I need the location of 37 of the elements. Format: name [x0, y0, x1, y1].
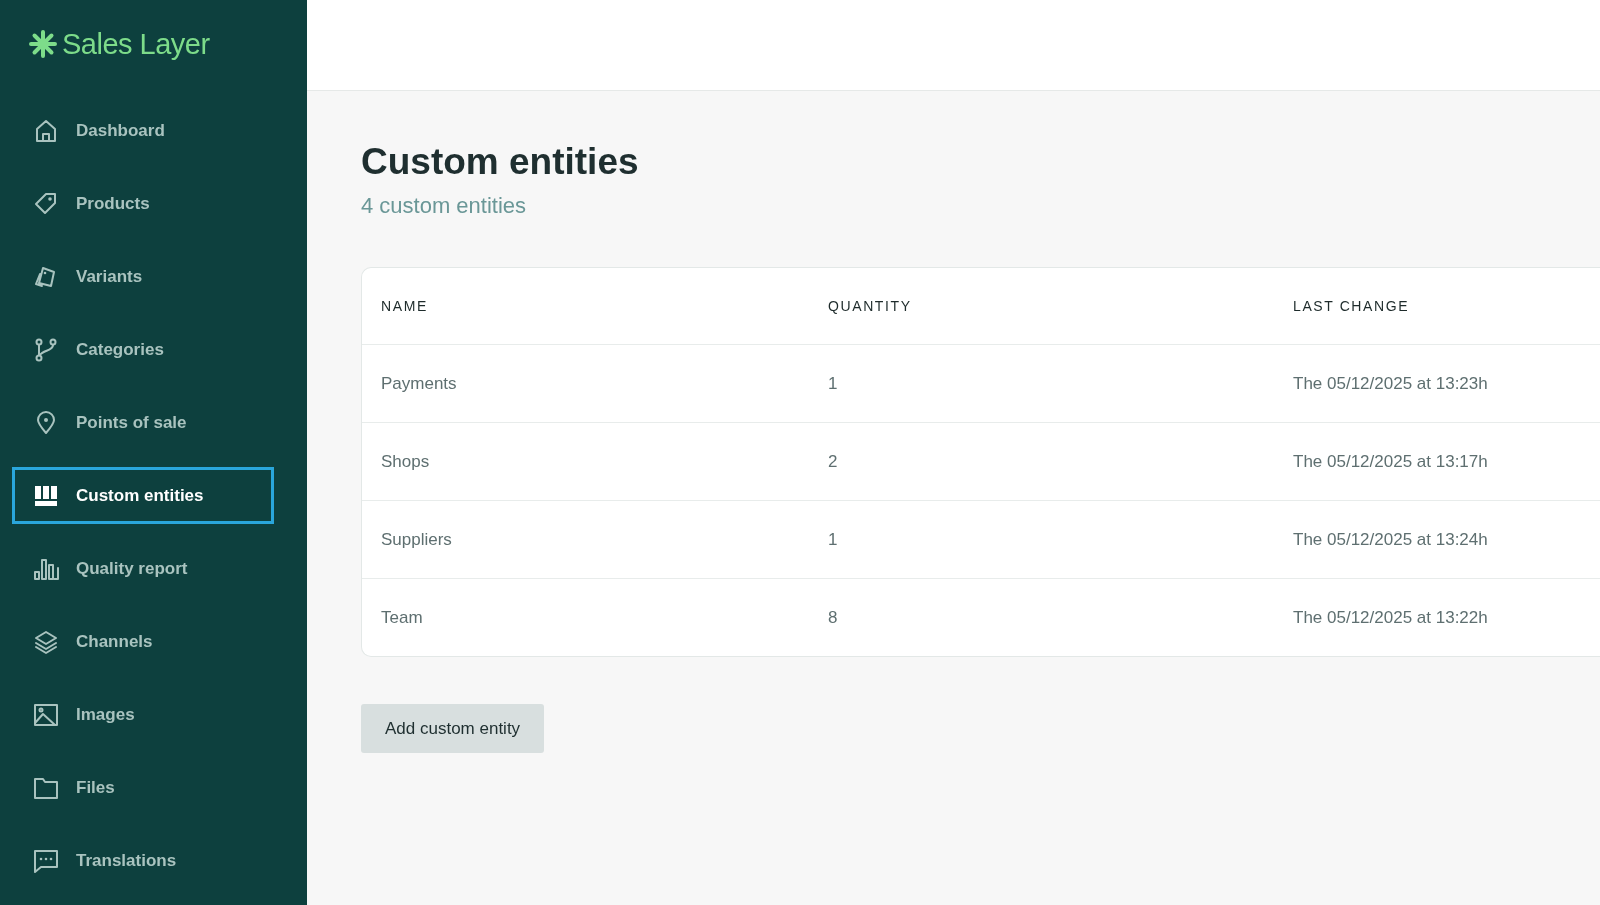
- asterisk-logo-icon: [28, 29, 58, 59]
- table-cell-text: Suppliers: [381, 529, 453, 550]
- branch-icon: [33, 336, 59, 363]
- table-cell-text: Team: [381, 607, 424, 628]
- sidebar-nav-item[interactable]: Variants: [12, 248, 274, 305]
- table-cell-text: 1: [828, 529, 839, 550]
- sidebar-nav-item[interactable]: Translations: [12, 832, 274, 889]
- sidebar-nav-item[interactable]: Channels: [12, 613, 274, 670]
- page-title: Custom entities: [361, 140, 640, 184]
- table-cell-text: The 05/12/2025 at 13:22h: [1293, 607, 1489, 628]
- tag-icon: [33, 190, 59, 217]
- table-cell-text: The 05/12/2025 at 13:24h: [1293, 529, 1489, 550]
- sidebar-nav-item[interactable]: Points of sale: [12, 394, 274, 451]
- table-cell-text: 2: [828, 451, 839, 472]
- table-cell-text: Payments: [381, 373, 458, 394]
- sidebar-nav-item[interactable]: Files: [12, 759, 274, 816]
- sidebar-nav-item[interactable]: Images: [12, 686, 274, 743]
- sidebar-nav-item[interactable]: Categories: [12, 321, 274, 378]
- chat-icon: [33, 847, 59, 874]
- table-cell-text: The 05/12/2025 at 13:17h: [1293, 451, 1489, 472]
- table-cell-text: The 05/12/2025 at 13:23h: [1293, 373, 1489, 394]
- brand-logo-text: Sales Layer: [62, 27, 210, 61]
- add-entity-button[interactable]: Add custom entity: [361, 704, 545, 753]
- column-header: LAST CHANGE: [1293, 298, 1411, 314]
- layers-icon: [33, 628, 59, 655]
- home-icon: [33, 117, 59, 144]
- sidebar-nav-item[interactable]: Custom entities: [12, 467, 274, 524]
- table-cell-text: Shops: [381, 451, 431, 472]
- column-header: NAME: [381, 298, 429, 314]
- sidebar-nav-item[interactable]: Products: [12, 175, 274, 232]
- sidebar-nav-item[interactable]: Quality report: [12, 540, 274, 597]
- column-header: QUANTITY: [828, 298, 913, 314]
- image-icon: [33, 701, 59, 728]
- table-cell-text: 8: [828, 607, 839, 628]
- entity-count: 4 custom entities: [361, 193, 528, 219]
- table-cell-text: 1: [828, 373, 839, 394]
- sidebar-nav-item[interactable]: Dashboard: [12, 102, 274, 159]
